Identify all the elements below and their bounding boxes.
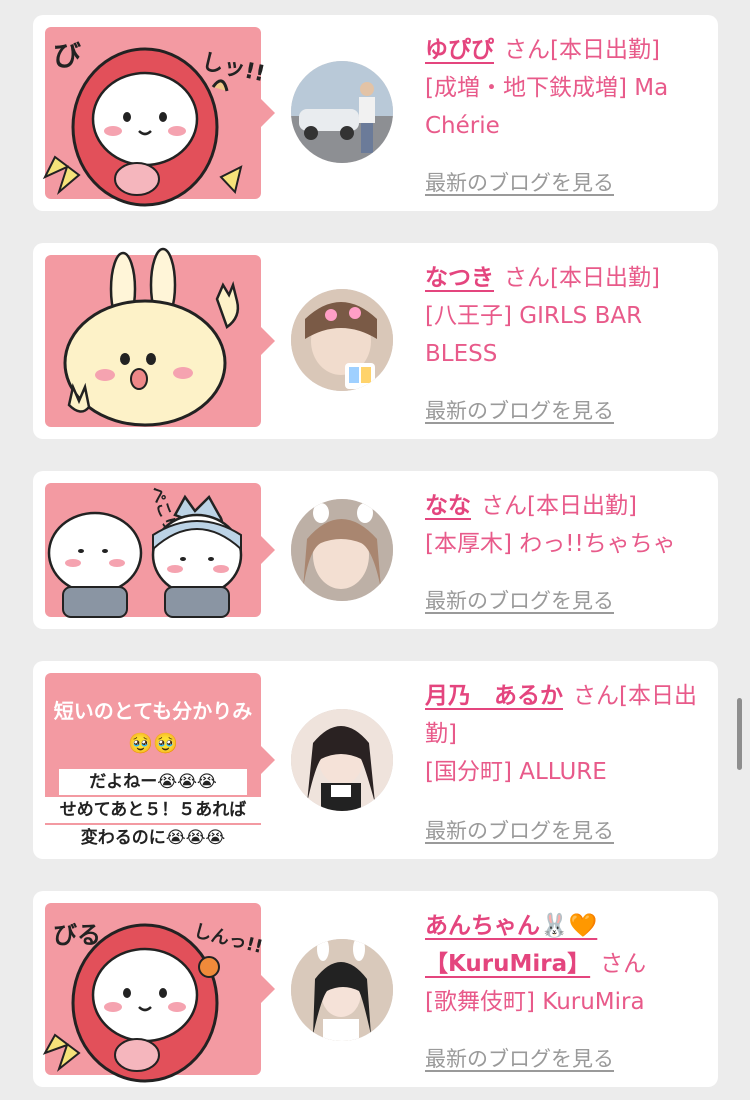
sticker-caption-left: びる <box>53 921 101 949</box>
comment-bubble: 短いのとても分かりみ🥹🥹 だよねー😭😭😭 せめてあと５！５あれば 変わるのに😭😭… <box>35 673 275 851</box>
latest-blog-link[interactable]: 最新のブログを見る <box>425 167 614 197</box>
honorific: さん <box>504 265 550 291</box>
red-hood-character-sticker: び しッ!! <box>42 39 267 207</box>
comment-bubble <box>45 247 275 427</box>
post-info: あんちゃん🐰🧡【KuruMira】 さん [歌舞伎町] KuruMira <box>425 907 705 1021</box>
latest-blog-link[interactable]: 最新のブログを見る <box>425 815 614 845</box>
status-label: [本日出勤] <box>527 493 637 519</box>
bowing-pair-sticker: ぺこり <box>47 484 243 618</box>
honorific: さん <box>573 683 619 709</box>
shop-location: [本厚木] わっ!!ちゃちゃ <box>425 531 676 557</box>
post-card[interactable]: ぺこり なな さん[本日出勤] [本厚木] わっ!!ちゃちゃ 最新のブログを見る <box>33 471 718 629</box>
avatar[interactable] <box>291 939 393 1041</box>
author-name-link[interactable]: ゆぴぴ <box>425 37 494 63</box>
honorific: さん <box>600 951 647 977</box>
post-info: なな さん[本日出勤] [本厚木] わっ!!ちゃちゃ <box>425 487 705 563</box>
avatar[interactable] <box>291 289 393 391</box>
shop-location: [成増・地下鉄成増] Ma Chérie <box>425 75 669 139</box>
latest-blog-link[interactable]: 最新のブログを見る <box>425 585 614 615</box>
latest-blog-link[interactable]: 最新のブログを見る <box>425 395 614 425</box>
sticker-caption-left: び <box>53 39 81 72</box>
comment-bubble: びる しんっ!! <box>42 903 275 1083</box>
honorific: さん <box>481 493 527 519</box>
post-info: ゆぴぴ さん[本日出勤] [成増・地下鉄成増] Ma Chérie <box>425 31 705 145</box>
reply-text-line-2: せめてあと５！５あれば <box>35 797 271 823</box>
reply-text-line-1: だよねー😭😭😭 <box>59 769 247 795</box>
post-info: 月乃 あるか さん[本日出勤] [国分町] ALLURE <box>425 677 705 791</box>
latest-blog-link[interactable]: 最新のブログを見る <box>425 1043 614 1073</box>
author-name-link[interactable]: 月乃 あるか <box>425 683 563 709</box>
shop-location: [八王子] GIRLS BAR BLESS <box>425 303 643 367</box>
sticker-caption-right: しッ!! <box>199 49 267 87</box>
avatar[interactable] <box>291 499 393 601</box>
shop-location: [歌舞伎町] KuruMira <box>425 989 645 1015</box>
post-card[interactable]: び しッ!! ゆぴぴ さん[本日出勤] [成増・地下鉄成増] Ma Chérie… <box>33 15 718 211</box>
post-card[interactable]: なつき さん[本日出勤] [八王子] GIRLS BAR BLESS 最新のブログ… <box>33 243 718 439</box>
sticker-caption-right: しんっ!! <box>191 921 264 958</box>
avatar[interactable] <box>291 709 393 811</box>
honorific: さん <box>504 37 550 63</box>
reply-text-line-3: 変わるのに😭😭😭 <box>45 825 261 851</box>
post-card[interactable]: 短いのとても分かりみ🥹🥹 だよねー😭😭😭 せめてあと５！５あれば 変わるのに😭😭… <box>33 661 718 859</box>
scrollbar-thumb[interactable] <box>737 698 742 770</box>
author-name-link[interactable]: なつき <box>425 265 494 291</box>
comment-bubble: び しッ!! <box>42 27 275 207</box>
post-info: なつき さん[本日出勤] [八王子] GIRLS BAR BLESS <box>425 259 705 373</box>
comment-text: 短いのとても分かりみ🥹🥹 <box>53 699 253 755</box>
status-label: [本日出勤] <box>550 37 660 63</box>
bunny-character-sticker <box>63 247 240 427</box>
red-hood-character-sticker: びる しんっ!! <box>42 921 265 1083</box>
shop-location: [国分町] ALLURE <box>425 759 607 785</box>
post-card[interactable]: びる しんっ!! あんちゃん🐰🧡【KuruMira】 さん [歌舞伎町] Kur… <box>33 891 718 1087</box>
author-name-link[interactable]: なな <box>425 493 471 519</box>
blog-feed: び しッ!! ゆぴぴ さん[本日出勤] [成増・地下鉄成増] Ma Chérie… <box>0 0 750 1100</box>
comment-bubble: ぺこり <box>45 483 275 618</box>
author-name-link[interactable]: あんちゃん🐰🧡【KuruMira】 <box>425 913 597 977</box>
avatar[interactable] <box>291 61 393 163</box>
status-label: [本日出勤] <box>550 265 660 291</box>
